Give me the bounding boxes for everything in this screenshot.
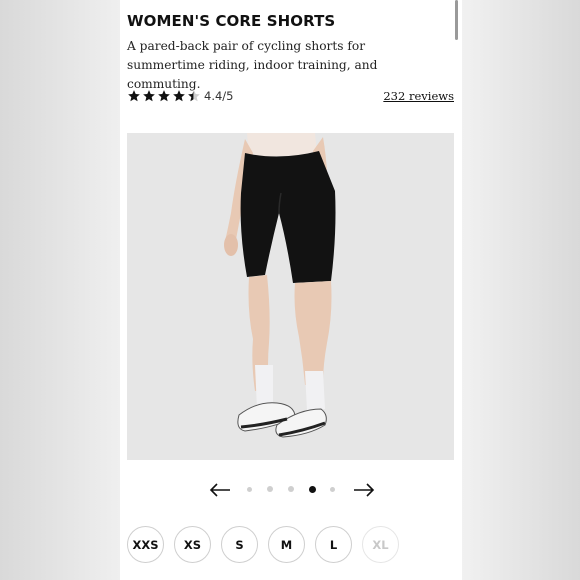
carousel-dot-active[interactable]: [309, 486, 316, 493]
rating-value: 4.4/5: [204, 89, 234, 103]
size-button-m[interactable]: M: [268, 526, 305, 563]
size-button-xxs[interactable]: XXS: [127, 526, 164, 563]
background-left: [0, 0, 120, 580]
arrow-right-icon[interactable]: [352, 479, 376, 501]
size-button-s[interactable]: S: [221, 526, 258, 563]
rating-stars: [127, 89, 201, 103]
star-filled-icon: [128, 90, 140, 102]
arrow-left-icon[interactable]: [208, 479, 232, 501]
carousel-dot[interactable]: [330, 487, 335, 492]
star-filled-icon: [158, 90, 170, 102]
size-button-xl: XL: [362, 526, 399, 563]
star-partial-icon: [188, 90, 200, 102]
star-filled-icon: [143, 90, 155, 102]
product-card: WOMEN'S CORE SHORTS A pared-back pair of…: [120, 0, 462, 580]
rating-row: 4.4/5 232 reviews: [127, 88, 454, 106]
size-button-l[interactable]: L: [315, 526, 352, 563]
image-carousel-controls: [120, 478, 462, 502]
product-photo-icon: [127, 133, 454, 460]
carousel-dot[interactable]: [288, 486, 294, 492]
carousel-dot[interactable]: [247, 487, 252, 492]
product-title: WOMEN'S CORE SHORTS: [127, 12, 336, 30]
carousel-dot[interactable]: [267, 486, 273, 492]
reviews-link[interactable]: 232 reviews: [383, 89, 454, 103]
size-selector: XXS XS S M L XL: [127, 526, 461, 566]
product-description: A pared-back pair of cycling shorts for …: [127, 39, 378, 91]
star-filled-icon: [173, 90, 185, 102]
product-image[interactable]: [127, 133, 454, 460]
size-button-xs[interactable]: XS: [174, 526, 211, 563]
background-right: [462, 0, 580, 580]
scrollbar[interactable]: [455, 0, 458, 40]
